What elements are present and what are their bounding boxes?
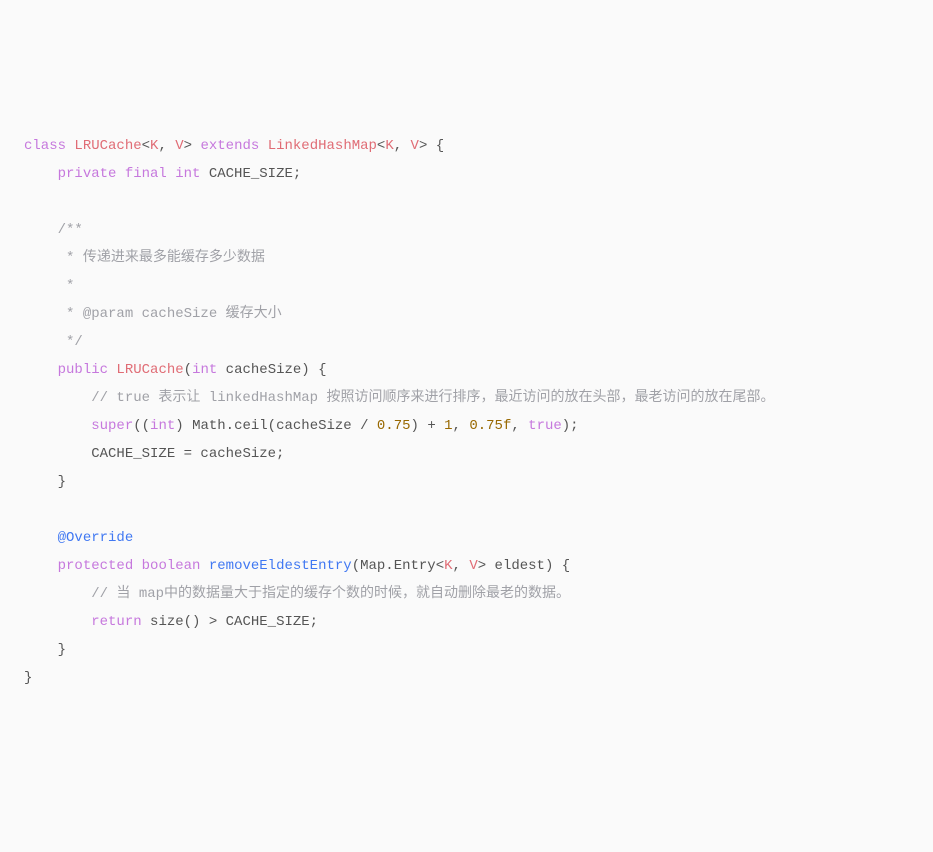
kw-int: int (175, 166, 200, 182)
num-1: 1 (444, 418, 452, 434)
kw-true: true (528, 418, 562, 434)
kw-return: return (91, 614, 141, 630)
class-close: } (24, 670, 32, 686)
annotation-override: @Override (58, 530, 134, 546)
javadoc-open: /** (58, 222, 83, 238)
kw-super: super (91, 418, 133, 434)
num-075f: 0.75f (469, 418, 511, 434)
constructor: LRUCache (108, 362, 184, 378)
field-cache-size: CACHE_SIZE; (200, 166, 301, 182)
javadoc-desc: * 传递进来最多能缓存多少数据 (58, 250, 265, 266)
num-075: 0.75 (377, 418, 411, 434)
comment-map: // 当 map中的数据量大于指定的缓存个数的时候，就自动删除最老的数据。 (91, 586, 570, 602)
kw-public: public (58, 362, 108, 378)
kw-class: class (24, 138, 66, 154)
comment-true: // true 表示让 linkedHashMap 按照访问顺序来进行排序，最近… (91, 390, 774, 406)
javadoc-close: */ (58, 334, 83, 350)
kw-private: private (58, 166, 117, 182)
kw-boolean: boolean (142, 558, 201, 574)
javadoc-param: * @param cacheSize 缓存大小 (58, 306, 282, 322)
method-remove-eldest: removeEldestEntry (209, 558, 352, 574)
code-block: class LRUCache<K, V> extends LinkedHashM… (24, 132, 909, 692)
return-expr: size() > CACHE_SIZE; (142, 614, 318, 630)
class-name: LRUCache (74, 138, 141, 154)
kw-protected: protected (58, 558, 134, 574)
parent-class: LinkedHashMap (268, 138, 377, 154)
assign-cache: CACHE_SIZE = cacheSize; (91, 446, 284, 462)
